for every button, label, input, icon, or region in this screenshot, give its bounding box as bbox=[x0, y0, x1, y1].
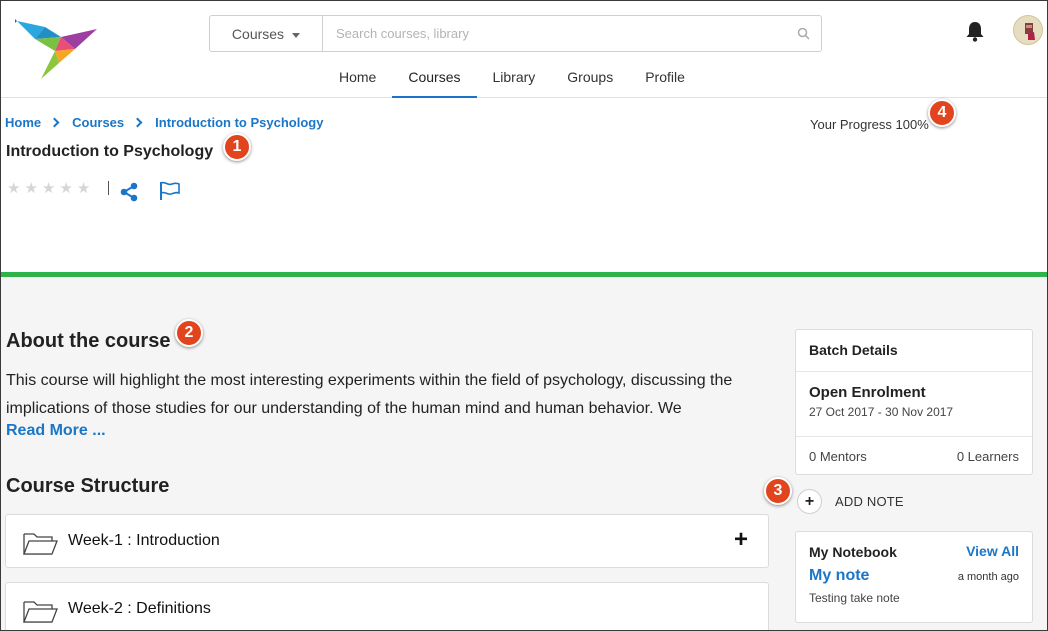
search-scope-dropdown[interactable]: Courses bbox=[210, 16, 323, 51]
callout-badge: 2 bbox=[175, 319, 203, 347]
folder-icon bbox=[23, 601, 58, 623]
nav-library[interactable]: Library bbox=[477, 59, 552, 98]
bell-icon[interactable] bbox=[963, 19, 987, 43]
batch-dates: 27 Oct 2017 - 30 Nov 2017 bbox=[809, 405, 954, 419]
mentors-count: 0 Mentors bbox=[809, 449, 867, 464]
learners-count: 0 Learners bbox=[956, 449, 1019, 464]
star-icon[interactable]: ★ bbox=[24, 179, 37, 197]
search-bar: Courses bbox=[209, 15, 822, 52]
batch-details-card: Batch Details Open Enrolment 27 Oct 2017… bbox=[795, 329, 1033, 475]
share-icon[interactable] bbox=[119, 182, 139, 202]
plus-icon[interactable]: + bbox=[797, 489, 822, 514]
breadcrumb: Home Courses Introduction to Psychology bbox=[5, 115, 323, 130]
note-timestamp: a month ago bbox=[957, 571, 1019, 583]
course-structure-title: Course Structure bbox=[6, 475, 170, 497]
rating-stars[interactable]: ★ ★ ★ ★ ★ bbox=[7, 179, 90, 197]
callout-badge: 4 bbox=[928, 99, 956, 127]
breadcrumb-home[interactable]: Home bbox=[5, 115, 41, 130]
page-title: Introduction to Psychology bbox=[6, 143, 214, 160]
notebook-card: My Notebook View All My note a month ago… bbox=[795, 531, 1033, 623]
add-note-label: ADD NOTE bbox=[835, 494, 904, 509]
add-note-button[interactable]: + ADD NOTE bbox=[797, 489, 904, 514]
nav-courses[interactable]: Courses bbox=[392, 59, 477, 98]
folder-icon bbox=[23, 533, 58, 555]
chevron-right-icon bbox=[132, 117, 143, 128]
week-label: Week-2 : Definitions bbox=[68, 600, 211, 617]
avatar[interactable] bbox=[1013, 15, 1043, 45]
search-scope-label: Courses bbox=[231, 25, 285, 42]
divider bbox=[796, 436, 1032, 437]
plus-icon[interactable]: + bbox=[734, 527, 748, 553]
divider bbox=[108, 181, 109, 195]
chevron-right-icon bbox=[49, 117, 60, 128]
progress-bar bbox=[1, 272, 1047, 277]
note-title-link[interactable]: My note bbox=[809, 567, 869, 585]
logo-bird-icon[interactable] bbox=[15, 13, 99, 81]
view-all-link[interactable]: View All bbox=[966, 543, 1019, 559]
progress-text: Your Progress 100% bbox=[810, 117, 929, 132]
star-icon[interactable]: ★ bbox=[42, 179, 55, 197]
about-title: About the course bbox=[6, 330, 171, 352]
star-icon[interactable]: ★ bbox=[7, 179, 20, 197]
star-icon[interactable]: ★ bbox=[59, 179, 72, 197]
nav-groups[interactable]: Groups bbox=[551, 59, 629, 98]
week-label: Week-1 : Introduction bbox=[68, 532, 220, 549]
course-header: Home Courses Introduction to Psychology … bbox=[1, 98, 1047, 272]
nav-home[interactable]: Home bbox=[323, 59, 392, 98]
breadcrumb-courses[interactable]: Courses bbox=[72, 115, 124, 130]
notebook-title: My Notebook bbox=[809, 544, 897, 560]
breadcrumb-current[interactable]: Introduction to Psychology bbox=[155, 115, 323, 130]
nav-profile[interactable]: Profile bbox=[629, 59, 701, 98]
search-input[interactable] bbox=[323, 16, 785, 51]
note-description: Testing take note bbox=[809, 591, 900, 605]
batch-details-title: Batch Details bbox=[796, 330, 1032, 372]
top-header: Courses Home Courses Library Groups bbox=[1, 1, 1047, 98]
week-item[interactable]: Week-1 : Introduction + bbox=[5, 514, 769, 568]
caret-down-icon bbox=[292, 32, 301, 38]
search-icon[interactable] bbox=[785, 16, 821, 51]
callout-badge: 3 bbox=[764, 477, 792, 505]
week-item[interactable]: Week-2 : Definitions bbox=[5, 582, 769, 630]
callout-badge: 1 bbox=[223, 133, 251, 161]
read-more-link[interactable]: Read More ... bbox=[6, 422, 106, 440]
main-nav: Home Courses Library Groups Profile bbox=[323, 59, 701, 98]
star-icon[interactable]: ★ bbox=[77, 179, 90, 197]
about-description: This course will highlight the most inte… bbox=[6, 372, 733, 417]
flag-icon[interactable] bbox=[159, 181, 181, 201]
batch-name: Open Enrolment bbox=[809, 384, 926, 401]
app-window: Courses Home Courses Library Groups bbox=[0, 0, 1048, 631]
